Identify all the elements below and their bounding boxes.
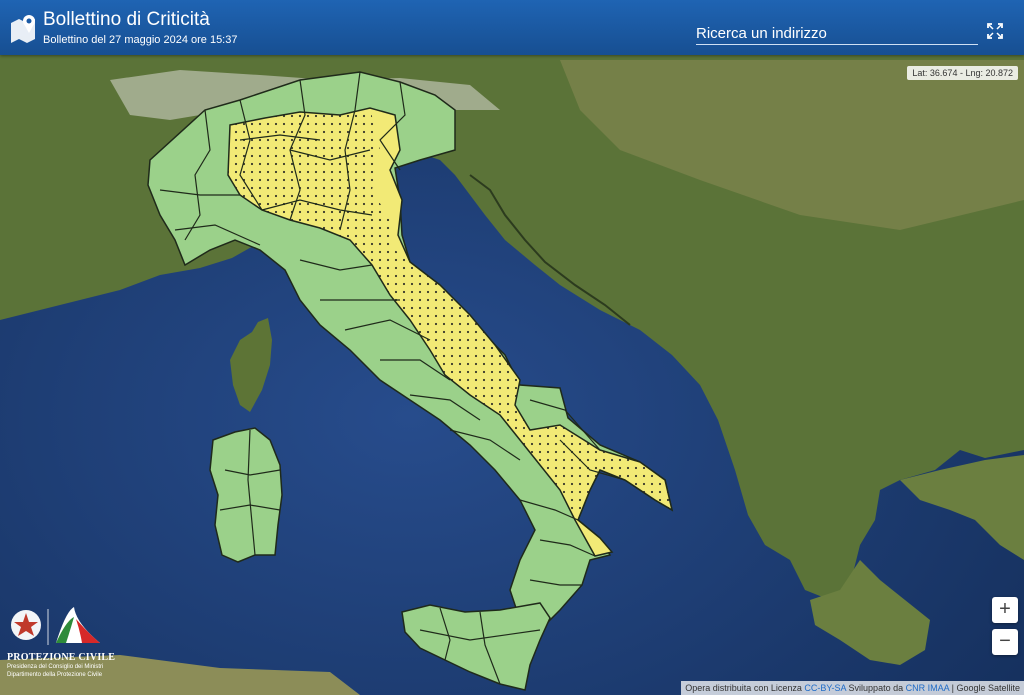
map-pin-icon <box>11 15 35 43</box>
zoom-in-button[interactable]: + <box>992 597 1018 623</box>
sardinia <box>209 427 283 563</box>
flag-logo-icon <box>56 607 100 643</box>
map-canvas[interactable] <box>0 0 1024 695</box>
attribution-middle: Sviluppato da <box>846 683 906 693</box>
attribution-suffix: | Google Satellite <box>949 683 1020 693</box>
coordinates-readout: Lat: 36.674 - Lng: 20.872 <box>907 66 1018 80</box>
attribution-prefix: Opera distribuita con Licenza <box>685 683 805 693</box>
map-attribution: Opera distribuita con Licenza CC-BY-SA S… <box>681 681 1024 695</box>
developer-link[interactable]: CNR IMAA <box>906 683 950 693</box>
logo-name: PROTEZIONE CIVILE <box>7 652 116 663</box>
logo-subtitle-2: Dipartimento della Protezione Civile <box>7 672 103 678</box>
bulletin-date: Bollettino del 27 maggio 2024 ore 15:37 <box>43 34 238 46</box>
address-search-input[interactable] <box>696 22 978 45</box>
header-bar: Bollettino di Criticità Bollettino del 2… <box>0 0 1024 55</box>
emblem-icon <box>11 610 41 640</box>
license-link[interactable]: CC-BY-SA <box>804 683 846 693</box>
logo-subtitle-1: Presidenza del Consiglio dei Ministri <box>7 664 104 670</box>
page-title: Bollettino di Criticità <box>43 9 210 30</box>
zoom-out-button[interactable]: − <box>992 629 1018 655</box>
fullscreen-icon[interactable] <box>986 22 1004 40</box>
